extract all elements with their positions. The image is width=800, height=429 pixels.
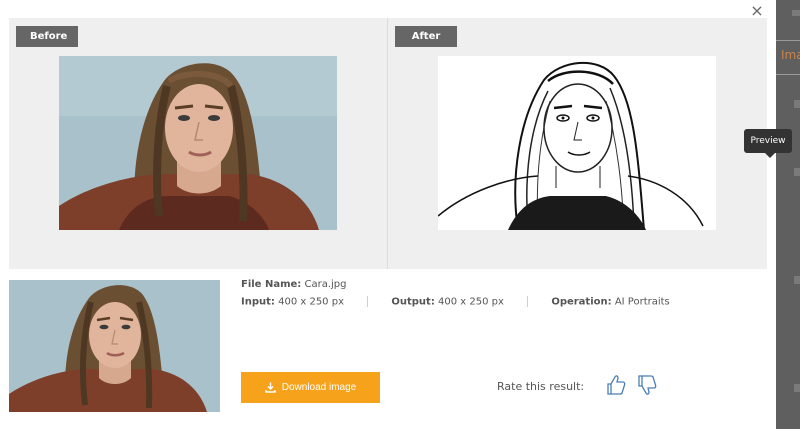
background-fragment: [794, 384, 800, 392]
details-separator: [367, 296, 369, 307]
after-panel: After: [388, 18, 767, 269]
input-label: Input:: [241, 296, 275, 308]
preview-tooltip: Preview: [744, 129, 792, 158]
after-tag: After: [395, 26, 457, 47]
rate-result-label: Rate this result:: [497, 380, 585, 393]
download-icon: [265, 382, 276, 393]
file-name-value: Cara.jpg: [304, 279, 347, 290]
result-preview-modal: × Before After File Name: Cara.jpg Input…: [0, 0, 776, 429]
after-image: [438, 56, 716, 230]
operation-value: AI Portraits: [614, 296, 670, 308]
background-tab-fragment: Ima: [781, 48, 800, 62]
input-value: 400 x 250 px: [278, 296, 344, 308]
background-fragment: [794, 276, 800, 284]
original-thumbnail: [9, 280, 220, 412]
download-image-button[interactable]: Download image: [241, 372, 380, 403]
output-label: Output:: [391, 296, 435, 308]
output-value: 400 x 250 px: [438, 296, 504, 308]
before-image: [59, 56, 337, 230]
image-details-row: Input: 400 x 250 px Output: 400 x 250 px…: [241, 296, 670, 308]
background-fragment: [794, 168, 800, 176]
background-page: Ima: [776, 0, 800, 429]
file-name-row: File Name: Cara.jpg: [241, 279, 346, 290]
file-name-label: File Name:: [241, 279, 302, 290]
thumbs-down-icon[interactable]: [637, 374, 657, 396]
operation-label: Operation:: [551, 296, 612, 308]
background-fragment: [776, 40, 800, 41]
download-label: Download image: [281, 382, 357, 393]
details-separator: [527, 296, 529, 307]
before-panel: Before: [9, 18, 387, 269]
background-fragment: [794, 100, 800, 108]
background-fragment: [776, 74, 800, 75]
background-fragment: [792, 10, 800, 16]
thumbs-up-icon[interactable]: [606, 374, 626, 396]
before-tag: Before: [16, 26, 78, 47]
